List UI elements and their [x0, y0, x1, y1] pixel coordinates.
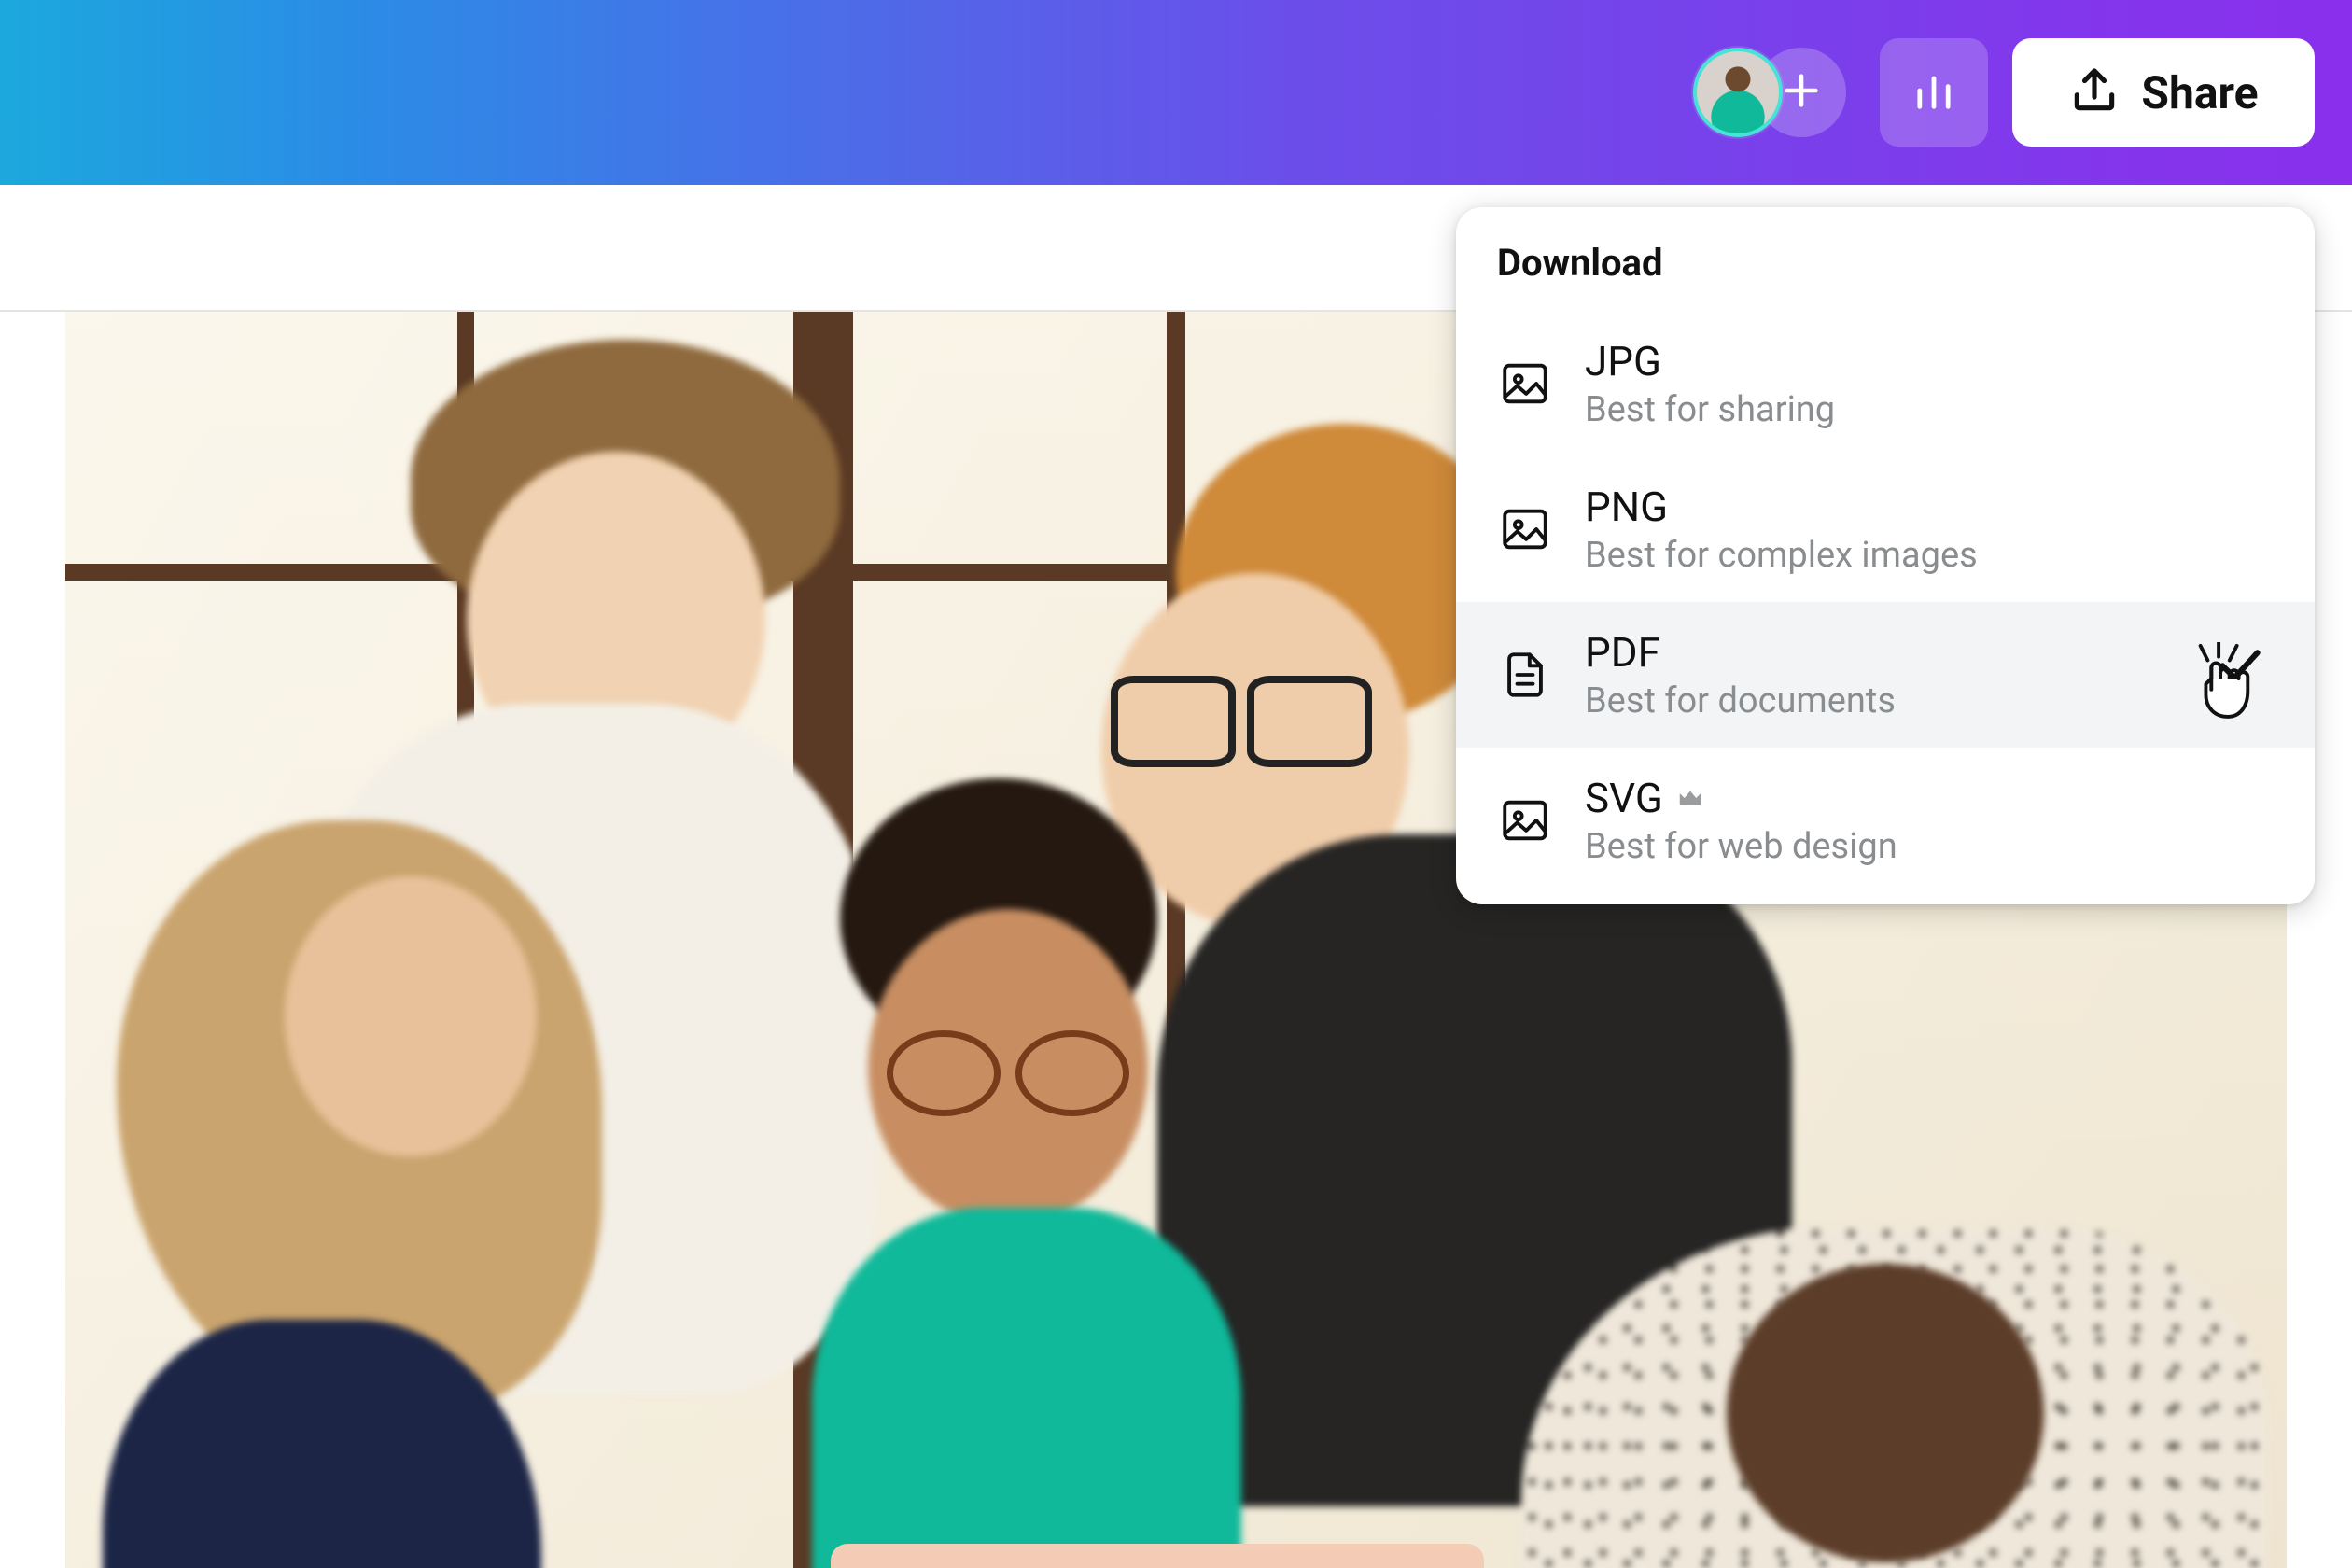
image-icon	[1497, 356, 1553, 412]
share-label: Share	[2141, 66, 2258, 119]
download-option-subtitle: Best for complex images	[1585, 535, 1978, 576]
download-option-jpg[interactable]: JPG Best for sharing	[1456, 311, 2315, 456]
user-avatar[interactable]	[1693, 48, 1783, 137]
download-option-text: JPG Best for sharing	[1585, 337, 1835, 430]
download-option-svg[interactable]: SVG Best for web design	[1456, 748, 2315, 904]
image-icon	[1497, 792, 1553, 848]
photo-decoration	[831, 1544, 1484, 1568]
download-option-text: PNG Best for complex images	[1585, 483, 1978, 576]
photo-decoration	[812, 1208, 1241, 1568]
download-option-title-text: SVG	[1585, 774, 1663, 822]
crown-icon	[1676, 774, 1704, 822]
download-option-title: PDF	[1585, 628, 1896, 677]
share-upload-icon	[2068, 64, 2121, 120]
bar-chart-icon	[1910, 66, 1958, 119]
collaborators-cluster	[1693, 48, 1846, 137]
photo-decoration	[887, 1030, 1129, 1105]
download-option-subtitle: Best for web design	[1585, 826, 1897, 867]
download-panel-title: Download	[1456, 207, 2315, 311]
download-option-title: JPG	[1585, 337, 1835, 385]
download-option-subtitle: Best for documents	[1585, 680, 1896, 721]
share-button[interactable]: Share	[2012, 38, 2315, 147]
download-option-title: PNG	[1585, 483, 1978, 531]
download-option-title: SVG	[1585, 774, 1897, 822]
image-icon	[1497, 501, 1553, 557]
photo-decoration	[285, 876, 537, 1156]
download-option-text: PDF Best for documents	[1585, 628, 1896, 721]
cursor-click-icon	[2186, 642, 2259, 732]
analytics-button[interactable]	[1880, 38, 1988, 147]
plus-icon	[1780, 69, 1823, 116]
document-icon	[1497, 647, 1553, 703]
download-panel: Download JPG Best for sharing PNG Best f…	[1456, 207, 2315, 904]
photo-decoration	[1111, 676, 1372, 760]
download-option-subtitle: Best for sharing	[1585, 389, 1835, 430]
download-option-text: SVG Best for web design	[1585, 774, 1897, 867]
app-header: Share	[0, 0, 2352, 185]
photo-decoration	[1727, 1264, 2044, 1562]
download-option-png[interactable]: PNG Best for complex images	[1456, 456, 2315, 602]
